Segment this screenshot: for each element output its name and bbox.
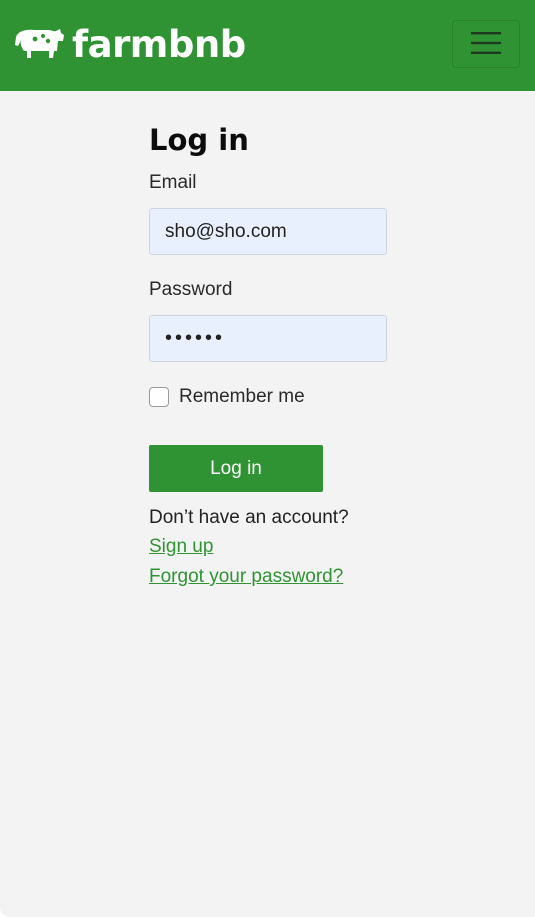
signup-link[interactable]: Sign up [149, 535, 213, 559]
remember-me-checkbox[interactable] [149, 387, 169, 407]
no-account-text: Don’t have an account? [149, 507, 349, 528]
remember-me-label[interactable]: Remember me [179, 386, 305, 408]
password-label: Password [149, 279, 233, 300]
hamburger-menu-icon [470, 30, 502, 59]
page: farmbnb Log in Email Password Remember m… [0, 0, 535, 917]
login-button[interactable]: Log in [149, 445, 323, 492]
menu-toggle-button[interactable] [452, 20, 520, 68]
password-field[interactable] [149, 315, 387, 362]
brand-link[interactable]: farmbnb [14, 24, 246, 64]
email-label: Email [149, 172, 197, 193]
brand-name: farmbnb [72, 22, 246, 66]
cow-icon [14, 27, 66, 61]
email-field[interactable] [149, 208, 387, 255]
page-title: Log in [149, 123, 249, 157]
remember-me-row[interactable]: Remember me [149, 386, 305, 408]
navbar: farmbnb [0, 0, 535, 91]
forgot-password-link[interactable]: Forgot your password? [149, 565, 343, 589]
